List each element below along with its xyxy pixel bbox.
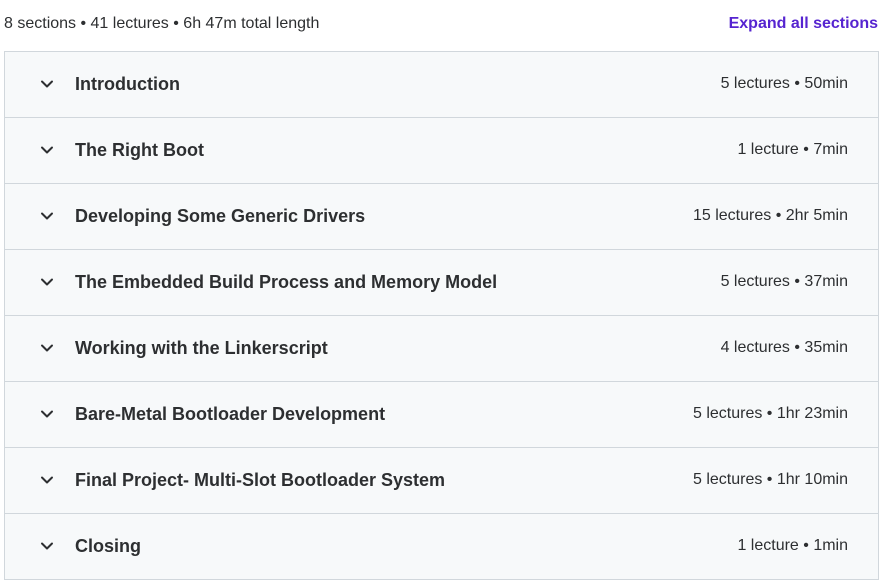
section-meta: 5 lectures • 50min [720, 75, 848, 92]
chevron-down-icon [40, 209, 54, 223]
chevron-down-icon [40, 407, 54, 421]
section-header-closing[interactable]: Closing 1 lecture • 1min [5, 514, 878, 580]
chevron-down-icon [40, 539, 54, 553]
section-title: Working with the Linkerscript [75, 338, 328, 358]
section-title: Bare-Metal Bootloader Development [75, 404, 386, 424]
section-header-final-project[interactable]: Final Project- Multi-Slot Bootloader Sys… [5, 448, 878, 514]
section-meta: 1 lecture • 1min [737, 537, 848, 554]
section-meta: 5 lectures • 37min [720, 273, 848, 290]
section-title: The Embedded Build Process and Memory Mo… [75, 272, 498, 292]
section-header-linkerscript[interactable]: Working with the Linkerscript 4 lectures… [5, 316, 878, 382]
section-meta: 4 lectures • 35min [720, 339, 848, 356]
section-header-build-process-memory-model[interactable]: The Embedded Build Process and Memory Mo… [5, 250, 878, 316]
section-header-developing-generic-drivers[interactable]: Developing Some Generic Drivers 15 lectu… [5, 184, 878, 250]
expand-all-sections-button[interactable]: Expand all sections [729, 15, 878, 33]
section-header-introduction[interactable]: Introduction 5 lectures • 50min [5, 52, 878, 118]
section-meta: 5 lectures • 1hr 10min [692, 471, 848, 488]
section-title: Final Project- Multi-Slot Bootloader Sys… [75, 470, 446, 490]
chevron-down-icon [40, 77, 54, 91]
section-title: Closing [75, 536, 141, 556]
chevron-down-icon [40, 341, 54, 355]
section-title: Introduction [75, 74, 180, 94]
curriculum-summary-bar: 8 sections • 41 lectures • 6h 47m total … [0, 0, 883, 52]
section-meta: 5 lectures • 1hr 23min [692, 405, 848, 422]
curriculum-section-list: Introduction 5 lectures • 50min The Righ… [4, 51, 879, 580]
section-header-the-right-boot[interactable]: The Right Boot 1 lecture • 7min [5, 118, 878, 184]
chevron-down-icon [40, 473, 54, 487]
section-header-bootloader-development[interactable]: Bare-Metal Bootloader Development 5 lect… [5, 382, 878, 448]
section-meta: 15 lectures • 2hr 5min [692, 207, 848, 224]
chevron-down-icon [40, 143, 54, 157]
curriculum-summary-text: 8 sections • 41 lectures • 6h 47m total … [4, 15, 320, 32]
section-meta: 1 lecture • 7min [737, 141, 848, 158]
section-title: The Right Boot [75, 140, 204, 160]
section-title: Developing Some Generic Drivers [75, 206, 366, 226]
chevron-down-icon [40, 275, 54, 289]
